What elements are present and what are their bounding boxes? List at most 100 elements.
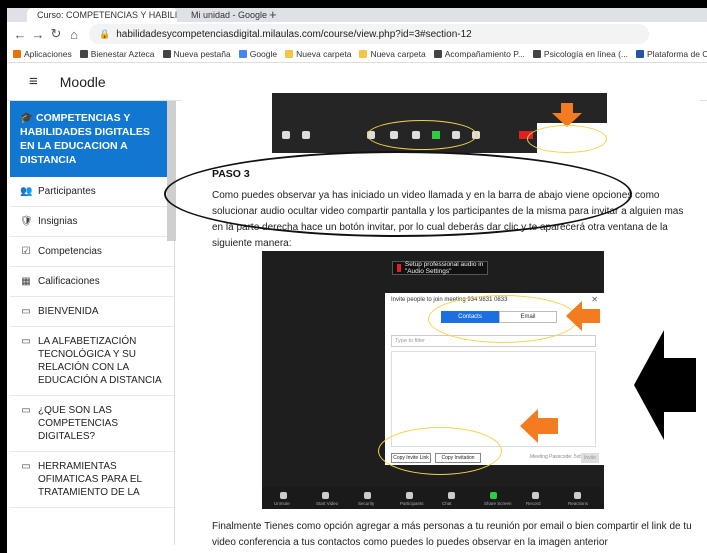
bookmark-label: Nueva carpeta (370, 49, 426, 59)
main-content: PASO 3 Como puedes observar ya has inici… (164, 93, 700, 548)
bookmark-item[interactable]: Psicología en línea (... (532, 49, 629, 59)
google-g-icon (238, 50, 247, 58)
folder-icon: ▭ (21, 461, 31, 472)
site-brand[interactable]: Moodle (60, 74, 106, 90)
sidebar-item[interactable]: ▭ LA ALFABETIZACIÓN TECNOLÓGICA Y SU RELA… (10, 327, 174, 396)
toolbar-icon (490, 492, 497, 499)
bookmark-label: Nueva carpeta (296, 49, 352, 59)
site-icon (636, 50, 645, 58)
toolbar-label: Chat (442, 501, 452, 506)
bookmark-label: Nueva pestaña (173, 49, 231, 59)
bookmark-item[interactable]: Nueva carpeta (359, 49, 426, 59)
graduation-cap-icon: 🎓 (20, 112, 36, 124)
sidebar-item-label: Competencias (38, 246, 102, 257)
home-icon[interactable]: ⌂ (65, 27, 83, 42)
black-left-arrow-icon (634, 330, 696, 440)
sidebar-item-label: Calificaciones (38, 276, 100, 287)
video-icon (302, 131, 310, 139)
sidebar-item-label: HERRAMIENTAS OFIMATICAS PARA EL TRATAMIE… (38, 461, 142, 498)
bookmark-label: Aplicaciones (24, 49, 72, 59)
bookmark-item[interactable]: Acompañamiento P... (433, 49, 525, 59)
globe-icon (79, 50, 88, 58)
orange-down-arrow-icon (552, 103, 582, 127)
sidebar-item[interactable]: ▭ BIENVENIDA (10, 297, 174, 327)
folder-icon: ▭ (21, 306, 31, 317)
url-bar[interactable]: 🔒 habilidadesycompetenciasdigital.milaul… (89, 24, 649, 44)
zoom-bottom-toolbar: Unmute Start Video Security Participants Cha… (262, 487, 604, 509)
sidebar-item[interactable]: 🛡 Insignias (10, 207, 174, 237)
toolbar-icon (532, 492, 539, 499)
bookmark-item[interactable]: Bienestar Azteca (79, 49, 155, 59)
table-icon: ▦ (21, 276, 31, 287)
back-icon[interactable]: ← (11, 27, 29, 42)
forward-icon[interactable]: → (29, 27, 47, 42)
sidebar-nav: 👥 Participantes 🛡 Insignias ☑ Competencias ▦ Ca… (10, 177, 174, 508)
folder-icon (359, 50, 368, 58)
toolbar-icon (406, 492, 413, 499)
hamburger-menu-icon[interactable]: ≡ (29, 73, 38, 90)
paso-highlight-ellipse (164, 151, 632, 237)
course-sidebar: 🎓 COMPETENCIAS Y HABILIDADES DIGITALES E… (10, 101, 175, 545)
toolbar-icon (364, 492, 371, 499)
badge-icon: 🛡 (20, 216, 33, 227)
address-row: ← → ↻ ⌂ 🔒 habilidadesycompetenciasdigita… (7, 22, 707, 46)
sidebar-item[interactable]: ▦ Calificaciones (10, 267, 174, 297)
tab-drive[interactable]: Mi unidad - Google Drive ✕ (181, 8, 269, 22)
bookmark-item[interactable]: Nueva carpeta (285, 49, 351, 59)
orange-left-arrow-icon (566, 301, 600, 331)
tabs-highlight-ellipse (428, 295, 578, 343)
sidebar-item-label: Insignias (38, 216, 78, 227)
folder-icon: ▭ (21, 405, 31, 416)
tab-label: Curso: COMPETENCIAS Y HABILI (37, 10, 177, 20)
url-text: habilidadesycompetenciasdigital.milaulas… (116, 28, 472, 40)
globe-icon (433, 50, 442, 58)
folder-icon (285, 50, 294, 58)
bookmark-label: Bienestar Azteca (90, 49, 155, 59)
new-tab-icon[interactable]: + (269, 8, 277, 22)
toolbar-icon (280, 492, 287, 499)
folder-icon: ▭ (21, 336, 31, 347)
bookmark-label: Psicología en línea (... (543, 49, 629, 59)
invite-highlight-ellipse (527, 125, 607, 153)
sidebar-item-label: Participantes (38, 186, 96, 197)
warning-icon (397, 264, 401, 272)
toolbar-label: Record (526, 501, 541, 506)
bookmark-item[interactable]: Aplicaciones (13, 49, 72, 59)
globe-icon (532, 50, 541, 58)
sidebar-item[interactable]: 👥 Participantes (10, 177, 174, 207)
final-paragraph: Finalmente Tienes como opción agregar a … (212, 521, 692, 548)
bookmarks-bar: Aplicaciones Bienestar Azteca Nueva pestañ… (7, 46, 707, 63)
sidebar-scrollbar[interactable] (167, 101, 176, 241)
toolbar-label: Start Video (316, 501, 339, 506)
toolbar-icon (448, 492, 455, 499)
bookmark-item[interactable]: Nueva pestaña (162, 49, 231, 59)
sidebar-item-label: ¿QUE SON LAS COMPETENCIAS DIGITALES? (38, 405, 119, 442)
users-icon: 👥 (20, 186, 33, 197)
bookmark-item[interactable]: Google (238, 49, 278, 59)
zoom-toolbar-screenshot (272, 93, 607, 153)
sidebar-course-title[interactable]: 🎓 COMPETENCIAS Y HABILIDADES DIGITALES E… (10, 101, 174, 177)
apps-grid-icon (13, 50, 21, 58)
toolbar-icon (574, 492, 581, 499)
bookmark-item[interactable]: Plataforma de Curs... (636, 49, 707, 59)
bookmark-label: Google (249, 49, 278, 59)
toolbar-label: Security (358, 501, 375, 506)
audio-setup-banner: Setup professional audio in "Audio Setti… (392, 261, 488, 275)
tab-label: Mi unidad - Google Drive (191, 10, 269, 20)
toolbar-icon (322, 492, 329, 499)
globe-icon (162, 50, 171, 58)
toolbar-highlight-ellipse (367, 120, 477, 150)
sidebar-item-label: LA ALFABETIZACIÓN TECNOLÓGICA Y SU RELAC… (38, 336, 162, 386)
sidebar-item[interactable]: ▭ HERRAMIENTAS OFIMATICAS PARA EL TRATAMI… (10, 452, 174, 508)
orange-left-arrow-icon (520, 409, 558, 443)
toolbar-label: Share Screen (484, 501, 512, 506)
lock-icon: 🔒 (99, 28, 111, 39)
sidebar-item[interactable]: ☑ Competencias (10, 237, 174, 267)
sidebar-item[interactable]: ▭ ¿QUE SON LAS COMPETENCIAS DIGITALES? (10, 396, 174, 452)
reload-icon[interactable]: ↻ (47, 26, 65, 42)
toolbar-label: Reactions (568, 501, 589, 506)
tab-course[interactable]: Curso: COMPETENCIAS Y HABILI ✕ (27, 8, 177, 22)
toolbar-label: Participants (400, 501, 424, 506)
tab-strip: Curso: COMPETENCIAS Y HABILI ✕ Mi unidad… (7, 8, 707, 22)
mic-icon (282, 131, 290, 139)
